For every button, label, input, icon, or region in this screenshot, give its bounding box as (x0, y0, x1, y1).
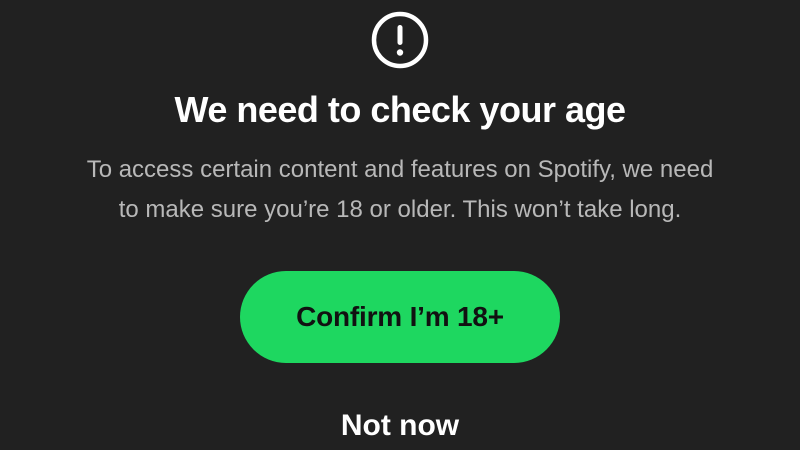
dialog-description-line-2: to make sure you’re 18 or older. This wo… (118, 196, 682, 223)
dialog-title: We need to check your age (174, 89, 626, 130)
not-now-button[interactable]: Not now (300, 404, 500, 448)
exclamation-circle-icon (370, 10, 430, 70)
dialog-description-line-1: To access certain content and features o… (86, 156, 714, 183)
confirm-age-button-label: Confirm I’m 18+ (296, 301, 504, 332)
age-check-dialog: We need to check your age To access cert… (0, 0, 800, 450)
confirm-age-button[interactable]: Confirm I’m 18+ (240, 271, 560, 363)
